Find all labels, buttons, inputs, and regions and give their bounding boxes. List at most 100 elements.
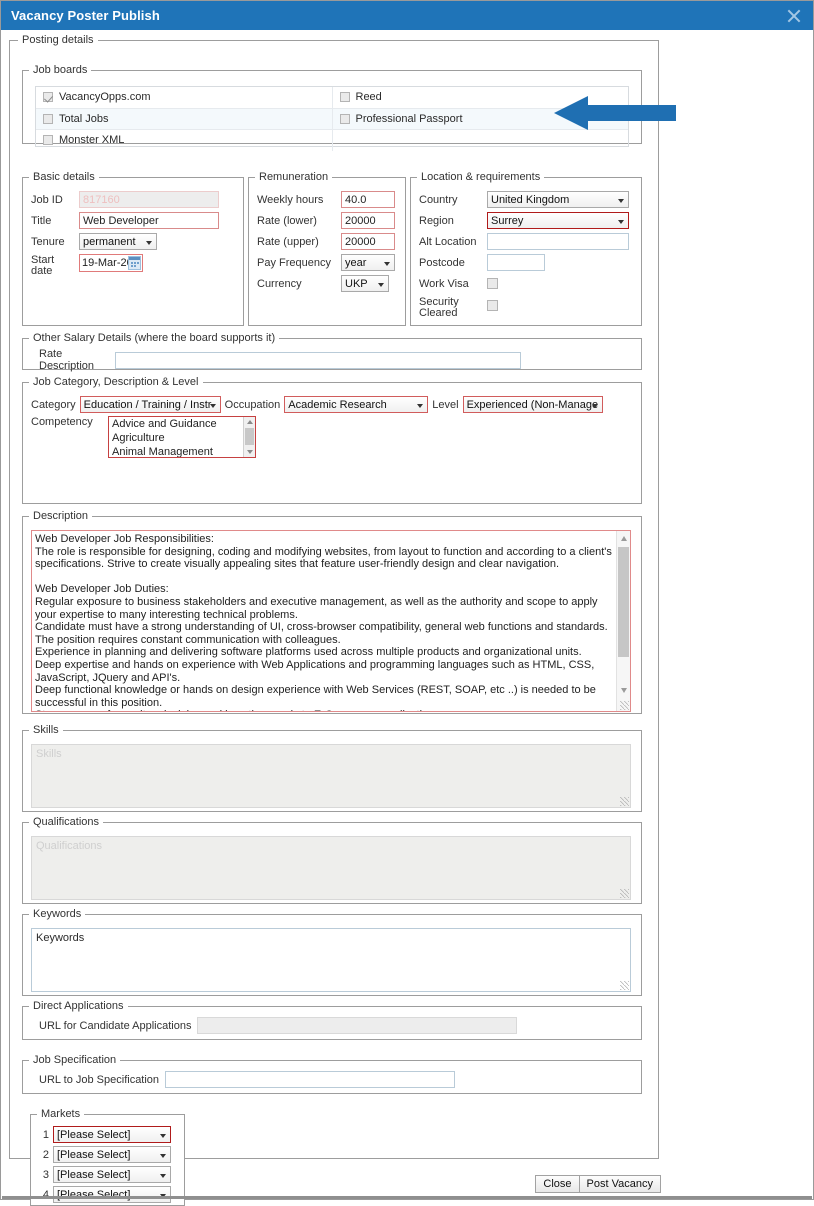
job-board-label: Monster XML — [59, 134, 125, 147]
job-board-cell-total-jobs[interactable]: Total Jobs — [36, 108, 333, 129]
jobspec-url-field[interactable] — [165, 1071, 456, 1088]
list-item[interactable]: Advice and Guidance — [109, 417, 255, 431]
job-specification-group: Job Specification URL to Job Specificati… — [22, 1054, 642, 1094]
region-value: Surrey — [491, 214, 524, 227]
job-board-label: Reed — [355, 91, 382, 104]
skills-group: Skills Skills — [22, 724, 642, 812]
footer-buttons: Close Post Vacancy — [535, 1175, 661, 1193]
rate-description-field[interactable] — [115, 351, 521, 369]
window-title: Vacancy Poster Publish — [11, 8, 160, 23]
market-number: 1 — [42, 1128, 49, 1141]
qualifications-legend: Qualifications — [33, 816, 100, 828]
qualifications-group: Qualifications Qualifications — [22, 816, 642, 904]
description-legend: Description — [33, 510, 89, 522]
region-select[interactable]: Surrey — [487, 212, 629, 229]
close-icon[interactable] — [783, 5, 805, 27]
occupation-label: Occupation — [224, 398, 281, 411]
market-row-2: 2 [Please Select] — [37, 1146, 178, 1163]
weekly-hours-field[interactable] — [341, 191, 395, 208]
competency-scrollbar[interactable] — [243, 417, 255, 457]
resize-handle-icon[interactable] — [620, 797, 629, 806]
checkbox-vacancyopps[interactable] — [43, 92, 53, 103]
remuneration-group: Remuneration Weekly hours Rate (lower) R… — [248, 171, 406, 326]
candidate-url-label: URL for Candidate Applications — [39, 1019, 192, 1032]
level-value: Experienced (Non-Manage — [466, 398, 599, 411]
remuneration-legend: Remuneration — [259, 171, 329, 183]
country-select[interactable]: United Kingdom — [487, 191, 629, 208]
job-board-cell-vacancyopps[interactable]: VacancyOpps.com — [36, 87, 333, 108]
scrollbar-thumb[interactable] — [618, 547, 629, 657]
level-select[interactable]: Experienced (Non-Manage — [462, 396, 603, 413]
market-select-2[interactable]: [Please Select] — [53, 1146, 171, 1163]
postcode-field[interactable] — [487, 254, 545, 271]
rate-lower-field[interactable] — [341, 212, 395, 229]
scroll-down-icon[interactable] — [621, 688, 627, 693]
currency-select[interactable]: UKP — [341, 275, 389, 292]
scroll-up-icon[interactable] — [247, 420, 253, 424]
country-value: United Kingdom — [491, 193, 570, 206]
rate-upper-field[interactable] — [341, 233, 395, 250]
checkbox-security-cleared[interactable] — [487, 300, 498, 311]
scroll-up-icon[interactable] — [621, 536, 627, 541]
keywords-textarea[interactable]: Keywords — [31, 928, 631, 992]
description-text: Web Developer Job Responsibilities: The … — [35, 533, 612, 711]
pay-frequency-select[interactable]: year — [341, 254, 395, 271]
list-item[interactable]: Agriculture — [109, 431, 255, 445]
table-row: VacancyOpps.com Reed — [36, 87, 628, 109]
rate-upper-label: Rate (upper) — [257, 235, 319, 248]
dialog-footer: Close Post Vacancy — [1, 1171, 813, 1199]
close-button[interactable]: Close — [535, 1175, 580, 1193]
description-textarea[interactable]: Web Developer Job Responsibilities: The … — [31, 530, 631, 712]
checkbox-monster-xml[interactable] — [43, 135, 53, 146]
title-bar: Vacancy Poster Publish — [1, 1, 813, 30]
scroll-down-icon[interactable] — [247, 450, 253, 454]
market-value: [Please Select] — [57, 1128, 131, 1141]
checkbox-work-visa[interactable] — [487, 278, 498, 289]
region-label: Region — [419, 214, 454, 227]
resize-handle-icon[interactable] — [620, 701, 629, 710]
description-scrollbar[interactable] — [616, 531, 630, 711]
job-specification-legend: Job Specification — [33, 1054, 117, 1066]
occupation-value: Academic Research — [288, 398, 387, 411]
checkbox-professional-passport[interactable] — [339, 113, 350, 124]
category-value: Education / Training / Instr — [83, 398, 212, 411]
scrollbar-thumb[interactable] — [245, 428, 254, 445]
job-id-field — [79, 191, 219, 208]
list-item[interactable]: Animal Management — [109, 445, 255, 457]
tenure-value: permanent — [83, 235, 136, 248]
resize-handle-icon[interactable] — [620, 889, 629, 898]
market-select-1[interactable]: [Please Select] — [53, 1126, 171, 1143]
resize-handle-icon[interactable] — [620, 981, 629, 990]
keywords-legend: Keywords — [33, 908, 82, 920]
job-board-cell-empty — [333, 130, 629, 151]
basic-details-group: Basic details Job ID Title Tenure perman… — [22, 171, 244, 326]
dialog-right-blank-area — [660, 32, 813, 1198]
pay-frequency-value: year — [345, 256, 367, 269]
checkbox-total-jobs[interactable] — [43, 113, 53, 124]
competency-listbox[interactable]: Advice and Guidance Agriculture Animal M… — [108, 416, 256, 458]
job-board-cell-reed[interactable]: Reed — [333, 87, 629, 108]
competency-label: Competency — [31, 416, 93, 428]
tenure-select[interactable]: permanent — [79, 233, 157, 250]
start-date-field[interactable]: 19-Mar-20 — [79, 254, 143, 272]
level-label: Level — [432, 398, 459, 411]
other-salary-group: Other Salary Details (where the board su… — [22, 332, 642, 372]
post-vacancy-button[interactable]: Post Vacancy — [578, 1175, 661, 1193]
occupation-select[interactable]: Academic Research — [284, 396, 429, 413]
skills-legend: Skills — [33, 724, 59, 736]
checkbox-reed[interactable] — [339, 92, 350, 103]
keywords-group: Keywords Keywords — [22, 908, 642, 996]
job-board-cell-professional-passport[interactable]: Professional Passport — [333, 109, 629, 130]
currency-value: UKP — [345, 277, 368, 290]
calendar-icon[interactable] — [128, 256, 141, 270]
table-row: Monster XML — [36, 130, 628, 151]
weekly-hours-label: Weekly hours — [257, 193, 324, 206]
vacancy-poster-dialog: Vacancy Poster Publish Posting details J… — [0, 0, 814, 1206]
title-field[interactable] — [79, 212, 219, 229]
alt-location-field[interactable] — [487, 233, 629, 250]
job-board-cell-monster-xml[interactable]: Monster XML — [36, 130, 333, 151]
category-select[interactable]: Education / Training / Instr — [79, 396, 221, 413]
direct-applications-group: Direct Applications URL for Candidate Ap… — [22, 1000, 642, 1040]
job-boards-table: VacancyOpps.com Reed Total Jobs Professi… — [35, 86, 629, 151]
pay-frequency-label: Pay Frequency — [257, 256, 331, 269]
